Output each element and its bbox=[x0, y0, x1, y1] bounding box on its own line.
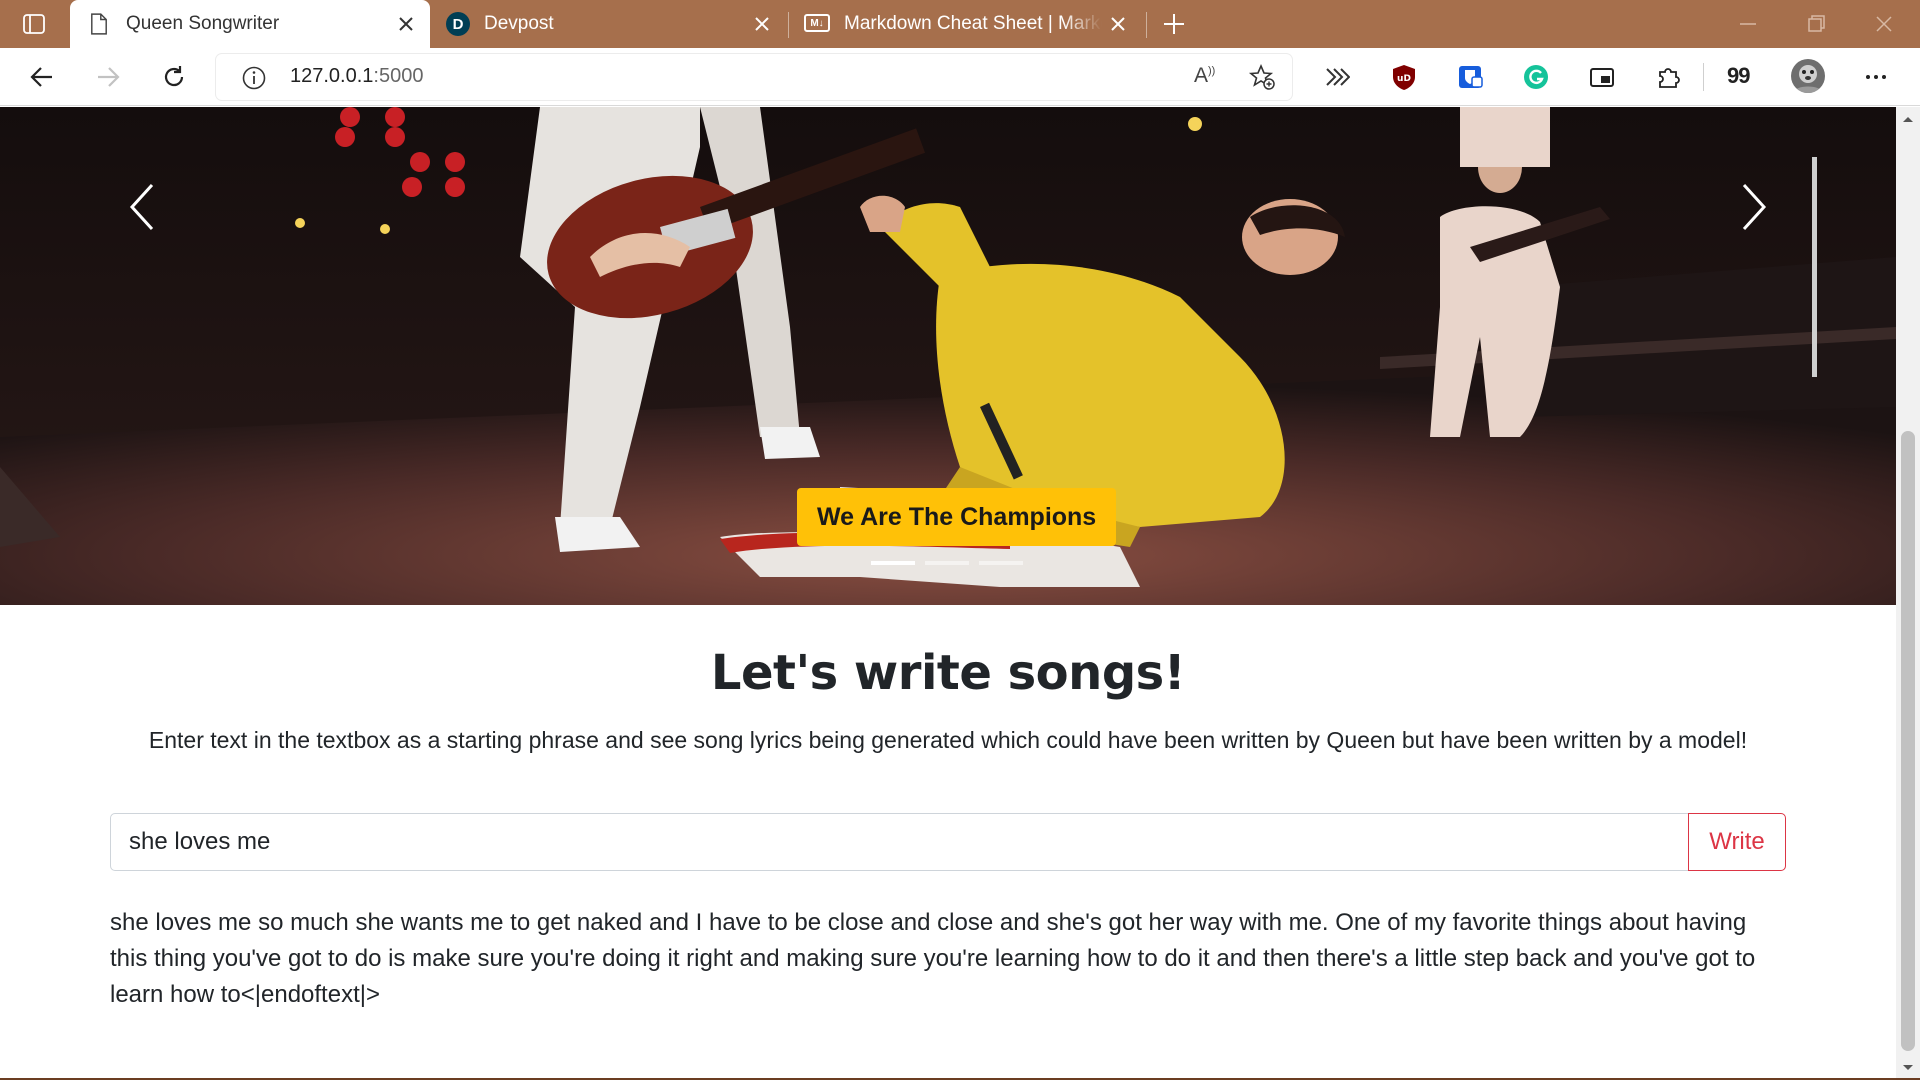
refresh-icon[interactable] bbox=[160, 63, 188, 91]
minimize-icon[interactable] bbox=[1736, 12, 1760, 36]
close-icon[interactable] bbox=[750, 12, 774, 36]
page-icon bbox=[91, 13, 107, 35]
prompt-form: Write bbox=[110, 813, 1786, 871]
address-bar[interactable]: 127.0.0.1:5000 A)) bbox=[216, 54, 1292, 100]
site-info-icon[interactable] bbox=[241, 65, 267, 91]
scroll-down-icon[interactable] bbox=[1896, 1060, 1920, 1076]
devpost-favicon-icon: D bbox=[446, 12, 470, 36]
tab-title: Devpost bbox=[484, 13, 554, 34]
restore-icon[interactable] bbox=[1804, 12, 1828, 36]
ublock-icon[interactable]: uD bbox=[1390, 63, 1418, 91]
carousel-indicator-1[interactable] bbox=[871, 561, 915, 565]
bitwarden-icon[interactable] bbox=[1456, 63, 1484, 91]
write-button[interactable]: Write bbox=[1688, 813, 1786, 871]
scroll-up-icon[interactable] bbox=[1896, 111, 1920, 127]
generated-lyrics: she loves me so much she wants me to get… bbox=[110, 909, 1756, 1008]
tab-strip: Queen Songwriter D Devpost M↓ Markdown C… bbox=[0, 0, 1920, 48]
tab-separator bbox=[1146, 12, 1147, 38]
tab-title: Markdown Cheat Sheet | Markdown bbox=[844, 13, 1102, 34]
picture-in-picture-icon[interactable] bbox=[1588, 63, 1616, 91]
url-text: 127.0.0.1:5000 bbox=[290, 65, 423, 88]
page-title: Let's write songs! bbox=[710, 645, 1186, 701]
close-window-icon[interactable] bbox=[1872, 12, 1896, 36]
carousel-indicator-2[interactable] bbox=[925, 561, 969, 565]
favorite-add-icon[interactable] bbox=[1248, 63, 1276, 91]
prompt-input[interactable] bbox=[110, 813, 1689, 871]
browser-toolbar: 127.0.0.1:5000 A)) uD 99 bbox=[0, 48, 1920, 106]
slide-caption: We Are The Champions bbox=[797, 488, 1117, 546]
tab-devpost[interactable]: D Devpost bbox=[436, 0, 786, 48]
main-content: Let's write songs! Enter text in the tex… bbox=[110, 605, 1786, 1008]
settings-more-icon[interactable] bbox=[1862, 63, 1890, 91]
read-aloud-icon[interactable]: A)) bbox=[1194, 64, 1215, 88]
new-tab-icon[interactable] bbox=[1160, 10, 1188, 38]
carousel-indicators bbox=[871, 561, 1023, 565]
toolbar-separator bbox=[1703, 63, 1704, 91]
close-icon[interactable] bbox=[394, 12, 418, 36]
page-description: Enter text in the textbox as a starting … bbox=[148, 727, 1748, 753]
close-icon[interactable] bbox=[1106, 12, 1130, 36]
page-scrollbar[interactable] bbox=[1896, 107, 1920, 1080]
tab-title: Queen Songwriter bbox=[126, 13, 280, 34]
page-viewport: We Are The Champions Let's write songs! … bbox=[0, 107, 1896, 1080]
more-tools-icon[interactable] bbox=[1322, 63, 1350, 91]
grammarly-icon[interactable] bbox=[1522, 63, 1550, 91]
carousel-indicator-3[interactable] bbox=[979, 561, 1023, 565]
carousel-prev-icon[interactable] bbox=[118, 177, 166, 237]
back-icon[interactable] bbox=[28, 63, 56, 91]
tab-markdown[interactable]: M↓ Markdown Cheat Sheet | Markdown bbox=[792, 0, 1142, 48]
svg-text:uD: uD bbox=[1397, 74, 1411, 84]
extensions-icon[interactable] bbox=[1654, 63, 1682, 91]
markdown-favicon-icon: M↓ bbox=[804, 14, 830, 32]
avatar[interactable] bbox=[1790, 58, 1826, 94]
sidebar-toggle-icon[interactable] bbox=[22, 12, 46, 36]
scrollbar-thumb[interactable] bbox=[1901, 431, 1915, 1051]
forward-icon[interactable] bbox=[94, 63, 122, 91]
carousel-next-icon[interactable] bbox=[1730, 177, 1778, 237]
tab-queen-songwriter[interactable]: Queen Songwriter bbox=[70, 0, 430, 48]
tab-separator bbox=[788, 12, 789, 38]
hero-carousel: We Are The Champions bbox=[0, 107, 1896, 605]
url-port: :5000 bbox=[373, 65, 424, 87]
url-host: 127.0.0.1 bbox=[290, 65, 374, 87]
profile-badge[interactable]: 99 bbox=[1727, 63, 1751, 89]
